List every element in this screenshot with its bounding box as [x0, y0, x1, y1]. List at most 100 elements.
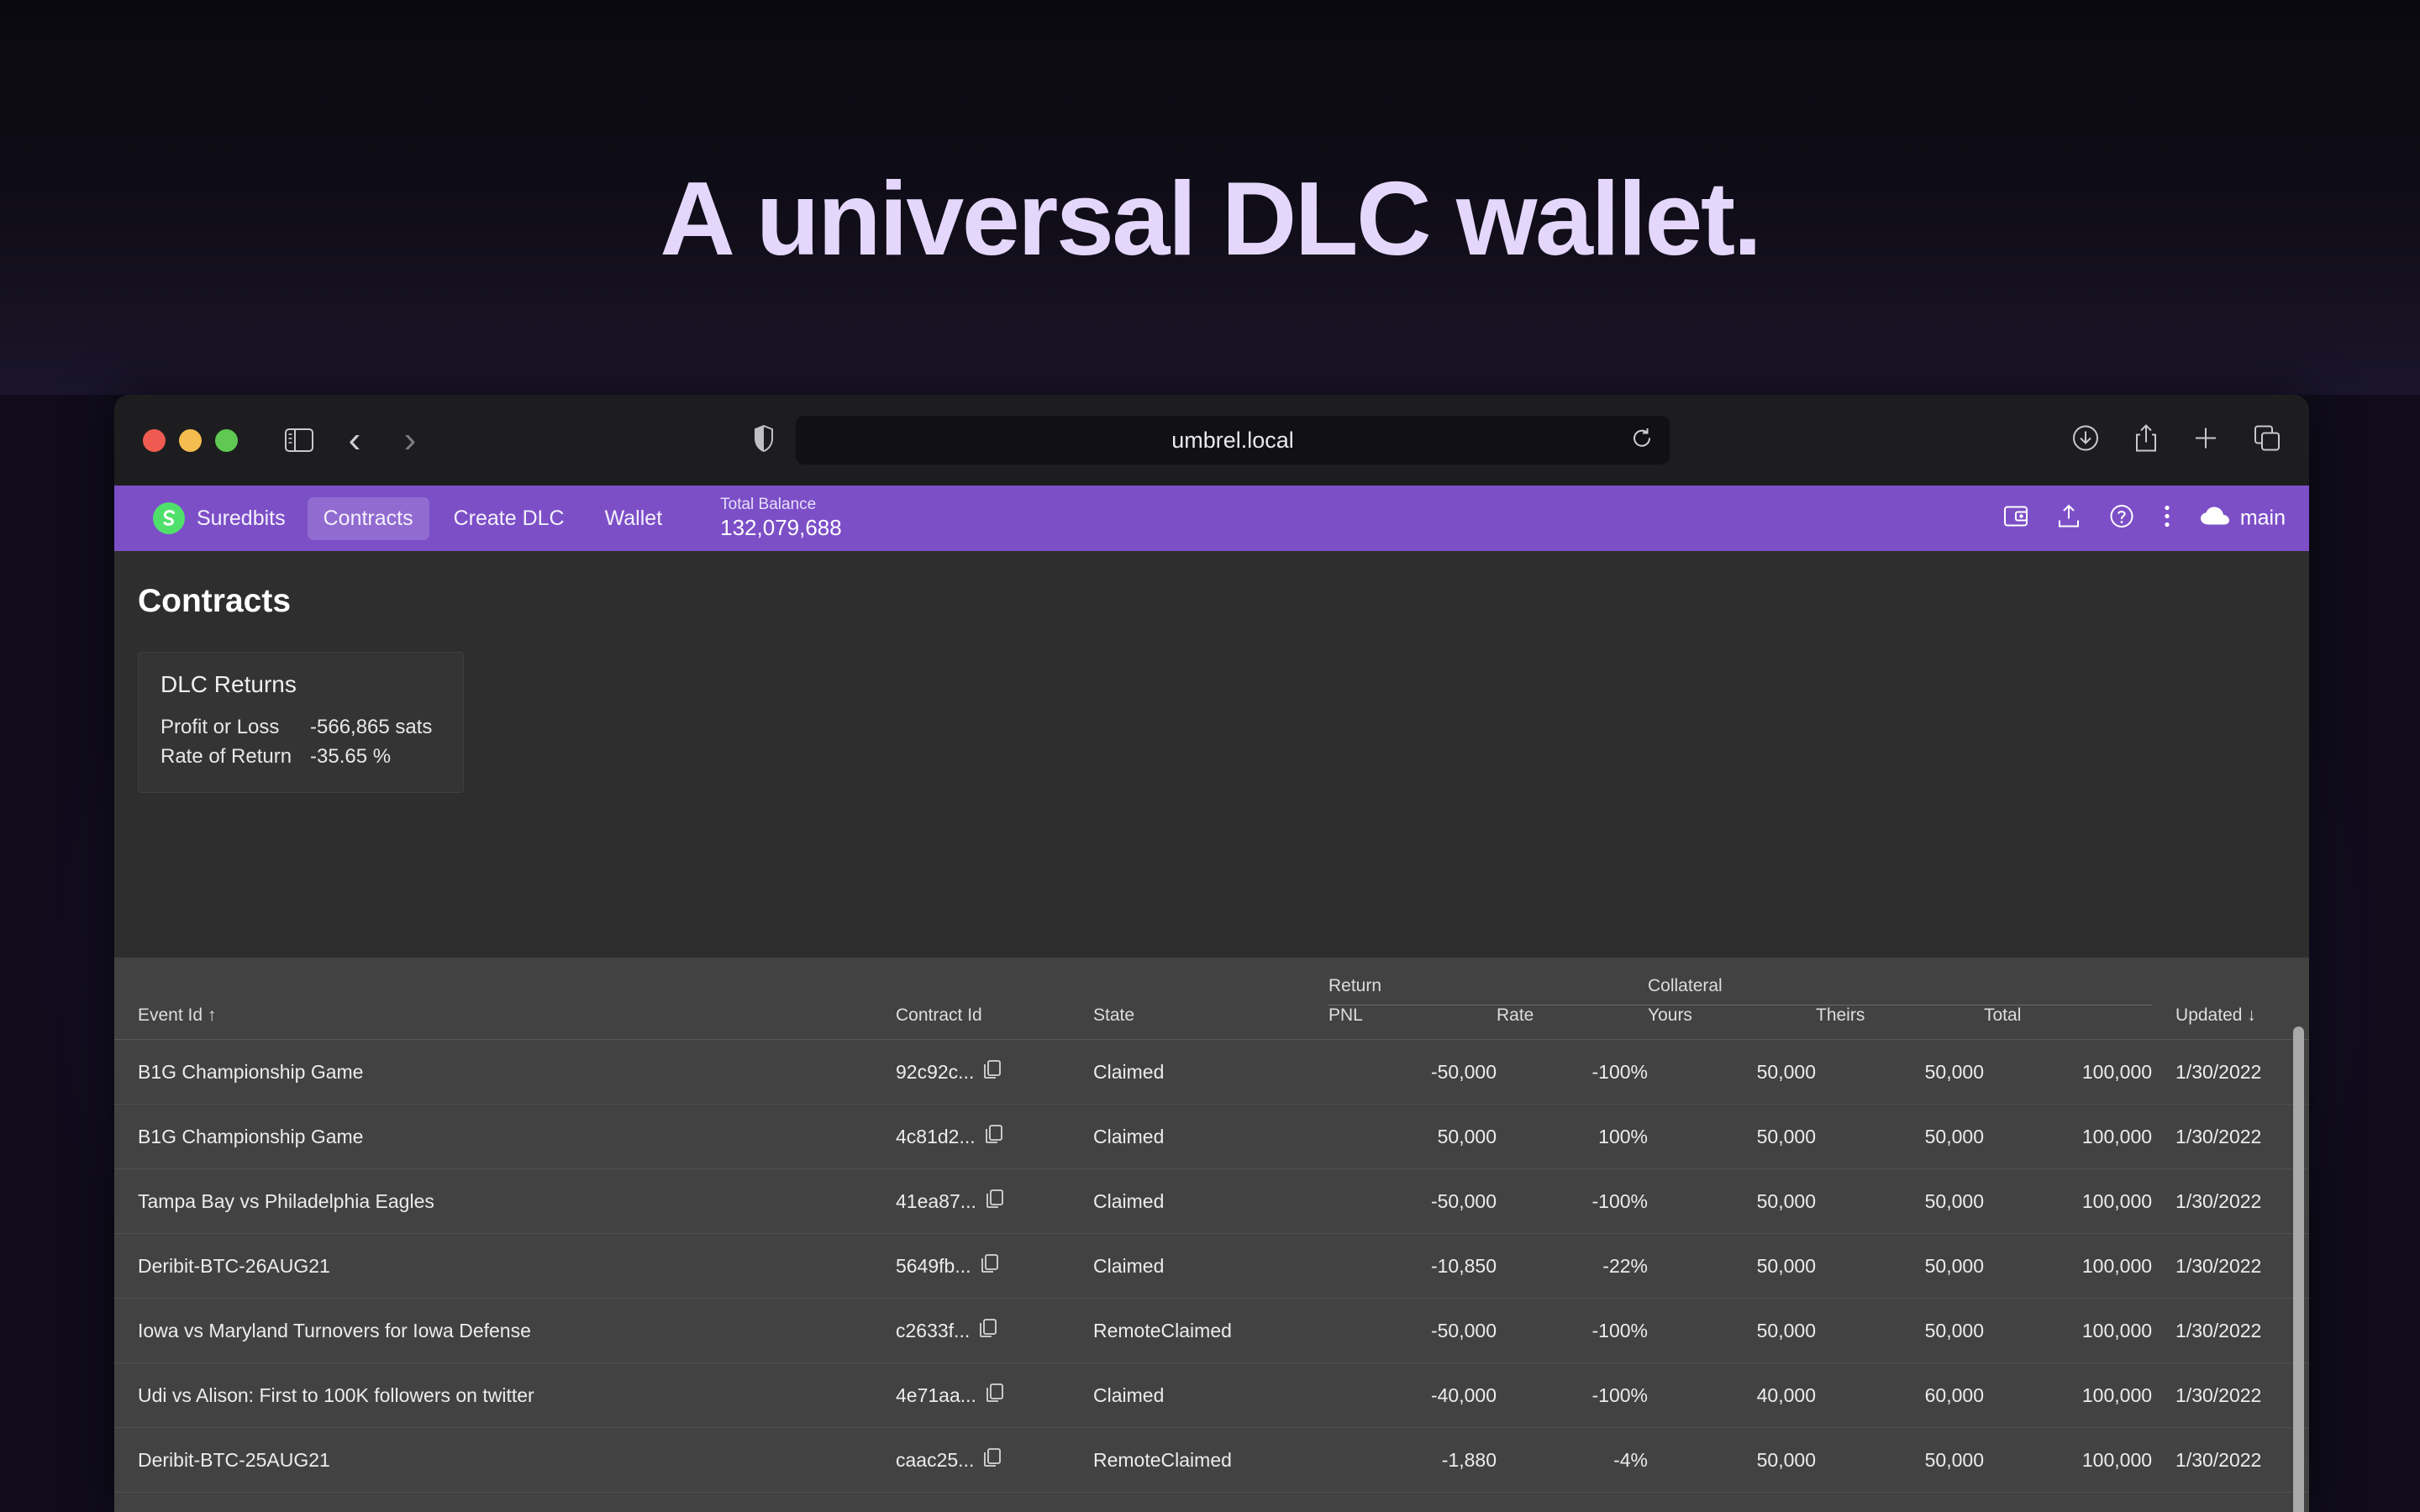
cell-theirs: 50,000	[1816, 1493, 1984, 1512]
cell-total: 100,000	[1984, 1169, 2152, 1234]
page-scrollbar[interactable]	[2293, 1026, 2304, 1495]
cell-state: RemoteClaimed	[1093, 1493, 1328, 1512]
table-row[interactable]: Tampa Bay vs Philadelphia Eagles41ea87..…	[114, 1169, 2309, 1234]
cell-event-id: Udi vs Alison: First to 100K followers o…	[114, 1363, 896, 1428]
col-header-rate[interactable]: Rate	[1497, 1005, 1648, 1040]
cell-contract-id[interactable]: c2633f...	[896, 1299, 1093, 1363]
nav-link-create-dlc[interactable]: Create DLC	[438, 497, 581, 540]
profit-or-loss-value: -566,865 sats	[310, 713, 432, 743]
copy-icon[interactable]	[981, 1254, 998, 1278]
col-header-yours[interactable]: Yours	[1648, 1005, 1816, 1040]
table-row[interactable]: B1G Championship Game92c92c...Claimed-50…	[114, 1040, 2309, 1105]
share-icon[interactable]	[2134, 424, 2158, 457]
contracts-table: Return Collateral Event Id ↑ Contract Id…	[114, 958, 2309, 1512]
cell-rate: -22%	[1497, 1234, 1648, 1299]
copy-icon[interactable]	[986, 1125, 1002, 1148]
copy-icon[interactable]	[986, 1189, 1003, 1213]
cell-total: 100,000	[1984, 1428, 2152, 1493]
cell-theirs: 50,000	[1816, 1040, 1984, 1105]
table-row[interactable]: Deribit-BTC-26AUG215649fb...Claimed-10,8…	[114, 1234, 2309, 1299]
cell-contract-id[interactable]: caac25...	[896, 1428, 1093, 1493]
cell-updated: 1/30/2022	[2152, 1234, 2309, 1299]
profit-or-loss-label: Profit or Loss	[160, 713, 310, 743]
new-tab-icon[interactable]	[2193, 426, 2218, 455]
cell-state: Claimed	[1093, 1105, 1328, 1169]
tab-overview-icon[interactable]	[2254, 425, 2281, 456]
table-row[interactable]: Iowa vs Maryland Turnovers for Iowa Defe…	[114, 1299, 2309, 1363]
cell-contract-id[interactable]: 607cb0...	[896, 1493, 1093, 1512]
table-row[interactable]: Deribit-BTC-18AUG21607cb0...RemoteClaime…	[114, 1493, 2309, 1512]
copy-icon[interactable]	[984, 1060, 1001, 1084]
cell-pnl: -50,000	[1328, 1040, 1497, 1105]
network-status[interactable]: main	[2201, 507, 2286, 531]
privacy-shield-icon[interactable]	[754, 425, 774, 456]
col-header-theirs[interactable]: Theirs	[1816, 1005, 1984, 1040]
cell-updated: 1/30/2022	[2152, 1169, 2309, 1234]
cell-yours: 50,000	[1648, 1493, 1816, 1512]
address-bar[interactable]: umbrel.local	[796, 416, 1670, 465]
cell-contract-id[interactable]: 4c81d2...	[896, 1105, 1093, 1169]
cell-pnl: -50,000	[1328, 1169, 1497, 1234]
group-blank-1	[114, 958, 896, 1005]
minimize-window-button[interactable]	[179, 429, 202, 452]
hero-headline: A universal DLC wallet.	[0, 165, 2420, 275]
total-balance-label: Total Balance	[720, 496, 842, 514]
cell-rate: -4%	[1497, 1428, 1648, 1493]
copy-icon[interactable]	[980, 1319, 997, 1342]
cell-event-id: Deribit-BTC-26AUG21	[114, 1234, 896, 1299]
maximize-window-button[interactable]	[215, 429, 238, 452]
cell-updated: 1/30/2022	[2152, 1363, 2309, 1428]
cell-pnl: -10,850	[1328, 1234, 1497, 1299]
cell-total: 100,000	[1984, 1105, 2152, 1169]
browser-toolbar-right	[2072, 424, 2281, 457]
col-header-pnl[interactable]: PNL	[1328, 1005, 1497, 1040]
col-header-state[interactable]: State	[1093, 1005, 1328, 1040]
cell-total: 100,000	[1984, 1040, 2152, 1105]
cell-event-id: Tampa Bay vs Philadelphia Eagles	[114, 1169, 896, 1234]
close-window-button[interactable]	[143, 429, 166, 452]
downloads-icon[interactable]	[2072, 425, 2099, 456]
col-header-contract-id[interactable]: Contract Id	[896, 1005, 1093, 1040]
cell-state: Claimed	[1093, 1040, 1328, 1105]
cell-theirs: 60,000	[1816, 1363, 1984, 1428]
cell-state: RemoteClaimed	[1093, 1428, 1328, 1493]
brand-logo-group[interactable]: Suredbits	[139, 502, 299, 534]
col-header-total[interactable]: Total	[1984, 1005, 2152, 1040]
cell-event-id: Deribit-BTC-25AUG21	[114, 1428, 896, 1493]
col-header-event-id[interactable]: Event Id ↑	[114, 1005, 896, 1040]
cell-yours: 50,000	[1648, 1105, 1816, 1169]
total-balance-value: 132,079,688	[720, 515, 842, 541]
cell-contract-id[interactable]: 92c92c...	[896, 1040, 1093, 1105]
cell-contract-id[interactable]: 4e71aa...	[896, 1363, 1093, 1428]
table-row[interactable]: Deribit-BTC-25AUG21caac25...RemoteClaime…	[114, 1428, 2309, 1493]
cell-yours: 50,000	[1648, 1234, 1816, 1299]
nav-link-wallet[interactable]: Wallet	[589, 497, 679, 540]
upload-icon[interactable]	[2058, 505, 2080, 533]
page-scrollbar-thumb[interactable]	[2293, 1026, 2304, 1512]
cell-contract-id[interactable]: 5649fb...	[896, 1234, 1093, 1299]
cloud-icon	[2201, 507, 2229, 530]
forward-arrow-icon[interactable]: ›	[386, 418, 434, 462]
profit-or-loss-row: Profit or Loss -566,865 sats	[160, 713, 441, 743]
table-row[interactable]: B1G Championship Game4c81d2...Claimed50,…	[114, 1105, 2309, 1169]
app-navbar-actions: main	[2004, 505, 2286, 533]
wallet-icon[interactable]	[2004, 506, 2028, 532]
brand-name: Suredbits	[197, 507, 286, 531]
help-icon[interactable]	[2110, 505, 2133, 533]
group-blank-4	[2152, 958, 2309, 1005]
hero-section: A universal DLC wallet.	[0, 165, 2420, 275]
nav-link-contracts[interactable]: Contracts	[308, 497, 429, 540]
col-header-updated[interactable]: Updated ↓	[2152, 1005, 2309, 1040]
dlc-returns-title: DLC Returns	[160, 671, 441, 698]
reload-icon[interactable]	[1631, 428, 1653, 454]
copy-icon[interactable]	[986, 1383, 1003, 1407]
table-row[interactable]: Udi vs Alison: First to 100K followers o…	[114, 1363, 2309, 1428]
cell-contract-id[interactable]: 41ea87...	[896, 1169, 1093, 1234]
window-controls[interactable]	[143, 429, 238, 452]
back-arrow-icon[interactable]: ‹	[330, 418, 379, 462]
total-balance: Total Balance 132,079,688	[720, 496, 842, 540]
copy-icon[interactable]	[984, 1448, 1001, 1472]
more-vertical-icon[interactable]	[2164, 505, 2170, 533]
sidebar-icon[interactable]	[275, 418, 324, 462]
cell-rate: 100%	[1497, 1105, 1648, 1169]
